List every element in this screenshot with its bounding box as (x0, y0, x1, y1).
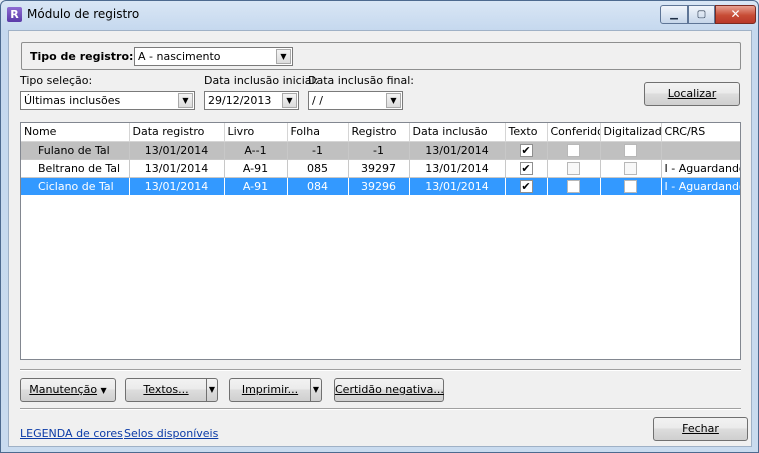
title-bar[interactable]: R Módulo de registro ▁ ▢ ✕ (1, 1, 758, 29)
tipo-selecao-label: Tipo seleção: (20, 74, 93, 87)
chevron-down-icon[interactable]: ▼ (276, 49, 291, 64)
tipo-registro-group: Tipo de registro: A - nascimento ▼ (21, 42, 741, 70)
data-final-picker[interactable]: / / ▼ (308, 91, 403, 110)
cell-data-inclusao: 13/01/2014 (409, 159, 506, 178)
localizar-button[interactable]: Localizar (644, 82, 740, 106)
cell-registro: 39296 (348, 177, 410, 196)
col-conferido[interactable]: Conferido (547, 123, 601, 142)
digitalizado-checkbox[interactable] (624, 161, 637, 175)
table-row[interactable]: Beltrano de Tal 13/01/2014 A-91 085 3929… (21, 159, 740, 178)
textos-button[interactable]: Textos... (125, 378, 207, 402)
conferido-checkbox[interactable] (567, 179, 580, 193)
selos-link[interactable]: Selos disponíveis (124, 427, 218, 440)
client-area: Tipo de registro: A - nascimento ▼ Tipo … (8, 30, 752, 447)
digitalizado-checkbox[interactable] (624, 179, 637, 193)
chevron-down-icon[interactable]: ▼ (282, 93, 297, 108)
caret-down-icon: ▼ (208, 385, 216, 394)
maximize-icon: ▢ (696, 9, 707, 20)
divider (20, 369, 741, 371)
col-livro[interactable]: Livro (224, 123, 288, 142)
cell-folha: 085 (287, 159, 349, 178)
tipo-registro-value: A - nascimento (138, 50, 221, 63)
texto-checkbox[interactable]: ✔ (519, 161, 533, 175)
close-icon: ✕ (730, 7, 741, 21)
col-data-registro[interactable]: Data registro (129, 123, 225, 142)
maximize-button[interactable]: ▢ (688, 5, 715, 24)
textos-label: Textos... (143, 383, 189, 396)
table-row[interactable]: Fulano de Tal 13/01/2014 A--1 -1 -1 13/0… (21, 141, 740, 160)
cell-data-inclusao: 13/01/2014 (409, 141, 506, 160)
cell-crc (661, 141, 740, 160)
records-grid[interactable]: Nome Data registro Livro Folha Registro … (20, 122, 741, 360)
conferido-checkbox[interactable] (567, 161, 580, 175)
minimize-icon: ▁ (670, 9, 678, 20)
grid-header-row: Nome Data registro Livro Folha Registro … (21, 123, 740, 142)
col-texto[interactable]: Texto (505, 123, 548, 142)
imprimir-dropdown-button[interactable]: ▼ (310, 378, 322, 402)
data-final-label: Data inclusão final: (308, 74, 414, 87)
cell-registro: -1 (348, 141, 410, 160)
app-icon: R (7, 7, 22, 22)
table-row[interactable]: Ciclano de Tal 13/01/2014 A-91 084 39296… (21, 177, 740, 196)
fechar-label: Fechar (682, 422, 719, 435)
certidao-negativa-button[interactable]: Certidão negativa... (334, 378, 444, 402)
tipo-selecao-select[interactable]: Últimas inclusões ▼ (20, 91, 195, 110)
cell-livro: A-91 (224, 159, 288, 178)
imprimir-label: Imprimir... (241, 383, 299, 396)
col-data-inclusao[interactable]: Data inclusão (409, 123, 506, 142)
close-button[interactable]: ✕ (715, 5, 756, 24)
col-digitalizado[interactable]: Digitalizado (600, 123, 662, 142)
imprimir-button[interactable]: Imprimir... (229, 378, 311, 402)
cell-folha: 084 (287, 177, 349, 196)
data-inicial-value: 29/12/2013 (208, 94, 272, 107)
tipo-registro-select[interactable]: A - nascimento ▼ (134, 47, 293, 66)
certidao-label: Certidão negativa... (335, 383, 444, 396)
chevron-down-icon[interactable]: ▼ (386, 93, 401, 108)
chevron-down-icon[interactable]: ▼ (178, 93, 193, 108)
tipo-selecao-value: Últimas inclusões (24, 94, 121, 107)
col-crc[interactable]: CRC/RS (661, 123, 740, 142)
data-inicial-picker[interactable]: 29/12/2013 ▼ (204, 91, 299, 110)
legenda-link[interactable]: LEGENDA de cores (20, 427, 123, 440)
cell-crc: I - Aguardando (661, 177, 740, 196)
caret-down-icon: ▼ (312, 385, 320, 394)
data-final-value: / / (312, 94, 323, 107)
cell-livro: A--1 (224, 141, 288, 160)
cell-data-registro: 13/01/2014 (129, 159, 225, 178)
cell-nome: Beltrano de Tal (38, 161, 121, 175)
conferido-checkbox[interactable] (567, 143, 580, 157)
cell-folha: -1 (287, 141, 349, 160)
texto-checkbox[interactable]: ✔ (519, 143, 533, 157)
col-nome[interactable]: Nome (21, 123, 130, 142)
caret-down-icon: ▼ (100, 386, 107, 395)
localizar-label: Localizar (667, 87, 717, 100)
digitalizado-checkbox[interactable] (624, 143, 637, 157)
manutencao-button[interactable]: Manutenção ▼ (20, 378, 116, 402)
data-inicial-label: Data inclusão inicial: (204, 74, 319, 87)
texto-checkbox[interactable]: ✔ (519, 179, 533, 193)
cell-livro: A-91 (224, 177, 288, 196)
col-folha[interactable]: Folha (287, 123, 349, 142)
fechar-button[interactable]: Fechar (653, 417, 748, 441)
manutencao-label: Manutenção (29, 383, 98, 396)
minimize-button[interactable]: ▁ (660, 5, 688, 24)
cell-data-registro: 13/01/2014 (129, 141, 225, 160)
textos-dropdown-button[interactable]: ▼ (206, 378, 218, 402)
tipo-registro-label: Tipo de registro: (30, 50, 134, 63)
divider (20, 408, 741, 410)
cell-data-registro: 13/01/2014 (129, 177, 225, 196)
col-registro[interactable]: Registro (348, 123, 410, 142)
cell-crc: I - Aguardando (661, 159, 740, 178)
window-title: Módulo de registro (27, 7, 140, 21)
cell-nome: Ciclano de Tal (38, 179, 114, 193)
cell-data-inclusao: 13/01/2014 (409, 177, 506, 196)
cell-registro: 39297 (348, 159, 410, 178)
cell-nome: Fulano de Tal (38, 143, 110, 157)
main-window: R Módulo de registro ▁ ▢ ✕ Tipo de regis… (0, 0, 759, 453)
